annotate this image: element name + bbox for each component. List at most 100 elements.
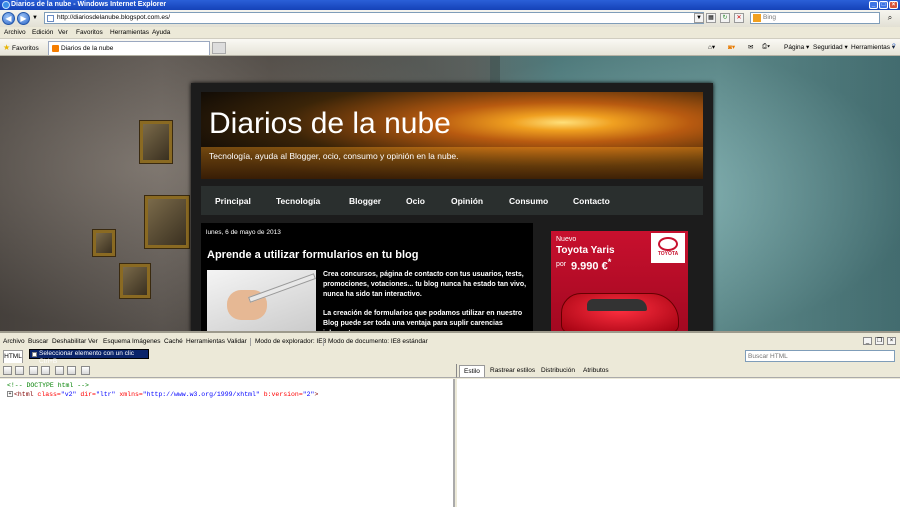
nav-ocio[interactable]: Ocio bbox=[406, 196, 425, 206]
maximize-icon[interactable]: □ bbox=[879, 1, 888, 9]
copy-icon[interactable] bbox=[55, 366, 64, 375]
tab-distribucion[interactable]: Distribución bbox=[541, 367, 575, 374]
mail-icon[interactable]: ✉ bbox=[748, 43, 753, 51]
post-title[interactable]: Aprende a utilizar formularios en tu blo… bbox=[207, 249, 418, 261]
style-tabs: Estilo Rastrear estilos Distribución Atr… bbox=[456, 364, 900, 378]
devtools-window-controls: _ ❐ × bbox=[863, 337, 896, 345]
dom-tag-open: <html bbox=[14, 391, 34, 398]
dt-menu-validar[interactable]: Validar bbox=[227, 338, 247, 345]
select-element-menu-item[interactable]: Seleccionar elemento con un clic Ctrl+B bbox=[29, 349, 149, 365]
menu-favoritos[interactable]: Favoritos bbox=[76, 29, 103, 36]
nav-contacto[interactable]: Contacto bbox=[573, 196, 610, 206]
dt-menu-deshabilitar[interactable]: Deshabilitar bbox=[52, 338, 86, 345]
blog-description: Tecnología, ayuda al Blogger, ocio, cons… bbox=[209, 151, 459, 161]
post-excerpt-2: La creación de formularios que podamos u… bbox=[323, 310, 523, 331]
favorites-button[interactable]: ★ Favoritos bbox=[3, 43, 39, 52]
page-menu[interactable]: Página ▾ bbox=[784, 43, 809, 51]
minimize-icon[interactable]: _ bbox=[869, 1, 878, 9]
new-tab-button[interactable] bbox=[212, 42, 226, 54]
ad-price-asterisk: * bbox=[607, 257, 612, 267]
dt-menu-herramientas[interactable]: Herramientas bbox=[186, 338, 225, 345]
edit-icon[interactable] bbox=[15, 366, 24, 375]
search-input[interactable]: Bing bbox=[750, 12, 880, 24]
style-pane[interactable] bbox=[457, 379, 900, 507]
url-dropdown-icon[interactable]: ▼ bbox=[694, 13, 704, 23]
tab-atributos[interactable]: Atributos bbox=[583, 367, 609, 374]
tab-estilo[interactable]: Estilo bbox=[459, 365, 485, 377]
post-image[interactable] bbox=[207, 270, 316, 331]
safety-menu[interactable]: Seguridad ▾ bbox=[813, 43, 848, 51]
dom-tree[interactable]: <!-- DOCTYPE html --> + <html class="v2" … bbox=[0, 379, 455, 507]
toyota-logo-icon: TOYOTA bbox=[651, 233, 685, 263]
window-title: Diarios de la nube - Windows Internet Ex… bbox=[11, 1, 167, 8]
blog-header: Diarios de la nube Tecnología, ayuda al … bbox=[201, 92, 703, 179]
painting-frame bbox=[145, 196, 189, 248]
stop-icon[interactable]: ✕ bbox=[734, 13, 744, 23]
restore-icon[interactable]: ❐ bbox=[875, 337, 884, 345]
menu-herramientas[interactable]: Herramientas bbox=[110, 29, 149, 36]
tab-diarios[interactable]: Diarios de la nube bbox=[48, 41, 210, 55]
dt-menu-cache[interactable]: Caché bbox=[164, 338, 183, 345]
back-arrow-icon[interactable]: ◀ bbox=[2, 12, 15, 25]
compatibility-view-icon[interactable]: ▦ bbox=[706, 13, 716, 23]
refresh-icon[interactable]: ↻ bbox=[720, 13, 730, 23]
tools-menu-label: Herramientas bbox=[851, 44, 891, 51]
home-icon[interactable]: ⌂▾ bbox=[708, 43, 715, 51]
save-icon[interactable] bbox=[29, 366, 38, 375]
blogger-favicon-icon bbox=[52, 45, 59, 52]
menu-separator bbox=[323, 338, 324, 346]
nav-tecnologia[interactable]: Tecnología bbox=[276, 196, 320, 206]
safety-menu-label: Seguridad bbox=[813, 44, 843, 51]
toyota-ad[interactable]: Nuevo Toyota Yaris por 9.990 €* TOYOTA bbox=[551, 231, 688, 331]
dt-menu-esquema[interactable]: Esquema bbox=[103, 338, 130, 345]
painting-frame bbox=[93, 230, 115, 256]
search-icon[interactable]: ⌕ bbox=[884, 12, 896, 24]
select-pointer-icon[interactable] bbox=[3, 366, 12, 375]
edit-attribute-icon[interactable] bbox=[67, 366, 76, 375]
refresh-icon[interactable] bbox=[41, 366, 50, 375]
menu-edicion[interactable]: Edición bbox=[32, 29, 53, 36]
rss-icon[interactable]: ◙▾ bbox=[728, 43, 735, 51]
tab-rastrear-estilos[interactable]: Rastrear estilos bbox=[490, 367, 535, 374]
help-icon[interactable]: ? bbox=[892, 43, 896, 50]
dt-menu-archivo[interactable]: Archivo bbox=[3, 338, 25, 345]
forward-arrow-icon[interactable]: ▶ bbox=[17, 12, 30, 25]
print-icon[interactable]: ⎙▾ bbox=[762, 43, 770, 51]
ie-window: Diarios de la nube - Windows Internet Ex… bbox=[0, 0, 900, 507]
close-icon[interactable]: × bbox=[887, 337, 896, 345]
tab-html[interactable]: HTML bbox=[3, 350, 23, 363]
nav-consumo[interactable]: Consumo bbox=[509, 196, 548, 206]
ad-price: 9.990 €* bbox=[571, 257, 611, 273]
html-toolbar bbox=[0, 364, 456, 378]
blog-title[interactable]: Diarios de la nube bbox=[209, 108, 451, 140]
browser-mode-menu[interactable]: Modo de explorador: IE8 bbox=[255, 338, 326, 345]
devtools-tabs: HTML Seleccionar elemento con un clic Ct… bbox=[0, 348, 900, 365]
menu-ayuda[interactable]: Ayuda bbox=[152, 29, 170, 36]
history-dropdown-icon[interactable]: ▼ bbox=[32, 15, 38, 21]
dt-menu-imagenes[interactable]: Imágenes bbox=[132, 338, 161, 345]
ad-model: Toyota Yaris bbox=[556, 245, 615, 256]
find-html-input[interactable] bbox=[745, 350, 895, 362]
select-element-label: Seleccionar elemento con un clic Ctrl+B bbox=[39, 350, 135, 365]
ad-new-label: Nuevo bbox=[556, 236, 577, 243]
blog-container: Diarios de la nube Tecnología, ayuda al … bbox=[191, 83, 713, 331]
ie-logo-icon bbox=[2, 1, 10, 9]
dom-tag-close: > bbox=[314, 391, 319, 398]
tools-menu[interactable]: Herramientas ▾ bbox=[851, 43, 895, 51]
dt-menu-buscar[interactable]: Buscar bbox=[28, 338, 48, 345]
nav-opinion[interactable]: Opinión bbox=[451, 196, 483, 206]
menu-separator bbox=[250, 338, 251, 346]
word-wrap-icon[interactable] bbox=[81, 366, 90, 375]
nav-blogger[interactable]: Blogger bbox=[349, 196, 381, 206]
menu-ver[interactable]: Ver bbox=[58, 29, 68, 36]
close-icon[interactable]: × bbox=[889, 1, 898, 9]
dom-html-node[interactable]: + <html class="v2" dir="ltr" xmlns="http:… bbox=[7, 391, 318, 398]
nav-principal[interactable]: Principal bbox=[215, 196, 251, 206]
dom-val-version: "2" bbox=[302, 391, 315, 398]
document-mode-menu[interactable]: Modo de documento: IE8 estándar bbox=[328, 338, 428, 345]
dt-menu-ver[interactable]: Ver bbox=[88, 338, 98, 345]
minimize-icon[interactable]: _ bbox=[863, 337, 872, 345]
url-input[interactable]: http://diariosdelanube.blogspot.com.es/ bbox=[44, 12, 704, 24]
expand-icon[interactable]: + bbox=[7, 391, 13, 398]
menu-archivo[interactable]: Archivo bbox=[4, 29, 26, 36]
